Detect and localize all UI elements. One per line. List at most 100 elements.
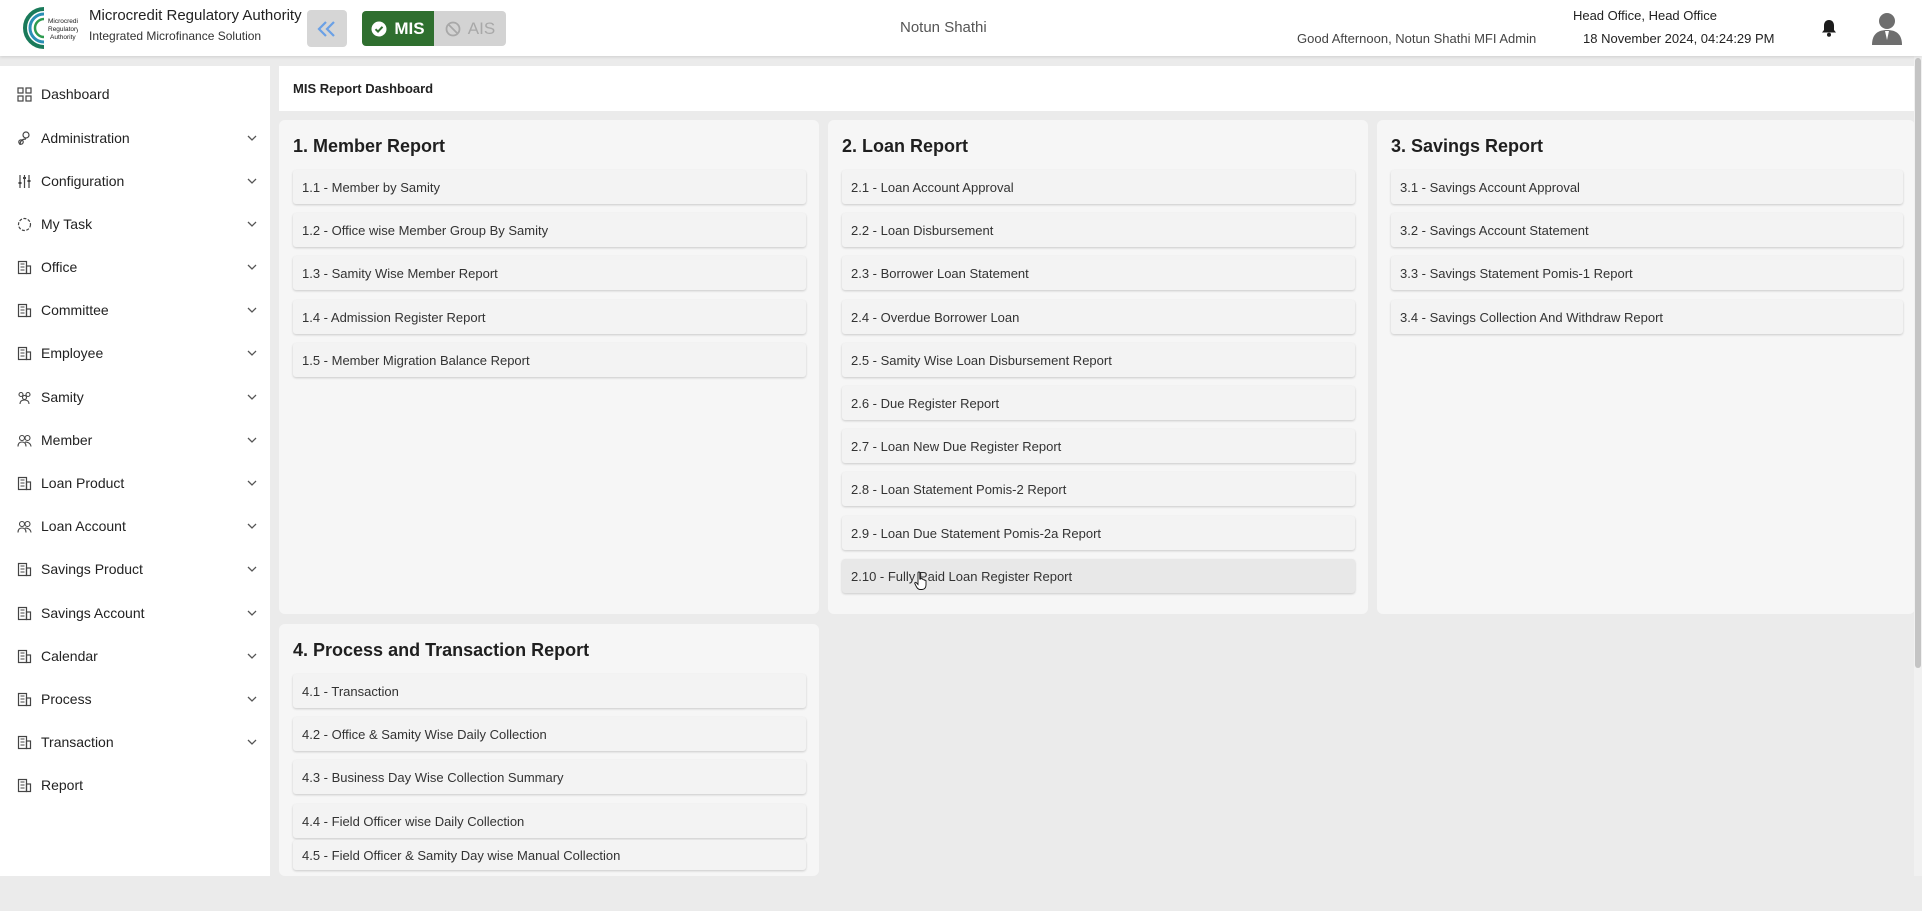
report-link[interactable]: 3.4 - Savings Collection And Withdraw Re… [1391, 300, 1903, 334]
report-link[interactable]: 2.3 - Borrower Loan Statement [842, 256, 1355, 290]
building-icon [17, 562, 32, 576]
chevron-down-icon [247, 696, 257, 702]
report-link[interactable]: 4.3 - Business Day Wise Collection Summa… [293, 760, 806, 794]
chevron-down-icon [247, 437, 257, 443]
building-icon [17, 735, 32, 749]
chevron-down-icon [247, 739, 257, 745]
building-icon [17, 606, 32, 620]
report-link[interactable]: 3.3 - Savings Statement Pomis-1 Report [1391, 256, 1903, 290]
card-title: 1. Member Report [293, 136, 446, 156]
report-link[interactable]: 2.5 - Samity Wise Loan Disbursement Repo… [842, 343, 1355, 377]
report-link[interactable]: 2.10 - Fully Paid Loan Register Report [842, 559, 1355, 593]
report-link[interactable]: 2.7 - Loan New Due Register Report [842, 429, 1355, 463]
report-link[interactable]: 4.1 - Transaction [293, 674, 806, 708]
sidebar-item-label: My Task [41, 216, 93, 232]
mis-toggle-button[interactable]: MIS [362, 11, 434, 46]
sidebar-item-savings-product[interactable]: Savings Product [0, 549, 270, 589]
report-link[interactable]: 1.1 - Member by Samity [293, 170, 806, 204]
report-link[interactable]: 2.4 - Overdue Borrower Loan [842, 300, 1355, 334]
page-footer [0, 876, 1922, 911]
sidebar-item-transaction[interactable]: Transaction [0, 722, 270, 762]
ais-label: AIS [467, 18, 496, 38]
sidebar-item-label: Report [41, 777, 84, 793]
sidebar-item-savings-account[interactable]: Savings Account [0, 593, 270, 633]
scrollbar-thumb[interactable] [1915, 58, 1921, 668]
double-chevron-left-icon [317, 20, 335, 37]
loan-report-card: 2. Loan Report 2.1 - Loan Account Approv… [828, 120, 1368, 614]
sidebar-item-label: Savings Account [41, 605, 145, 621]
building-icon [17, 346, 32, 360]
svg-text:Microcredit: Microcredit [48, 18, 78, 25]
report-link[interactable]: 4.2 - Office & Samity Wise Daily Collect… [293, 717, 806, 751]
sidebar-item-label: Loan Product [41, 475, 125, 491]
chevron-down-icon [247, 394, 257, 400]
sidebar-item-label: Office [41, 259, 78, 275]
member-report-card: 1. Member Report 1.1 - Member by Samity … [279, 120, 819, 614]
sidebar-item-my-task[interactable]: My Task [0, 204, 270, 244]
svg-text:Regulatory: Regulatory [48, 26, 78, 33]
building-icon [17, 260, 32, 274]
sidebar-item-label: Committee [41, 302, 109, 318]
report-link[interactable]: 4.5 - Field Officer & Samity Day wise Ma… [293, 840, 806, 870]
report-link[interactable]: 1.5 - Member Migration Balance Report [293, 343, 806, 377]
report-link[interactable]: 3.1 - Savings Account Approval [1391, 170, 1903, 204]
sidebar-item-label: Dashboard [41, 86, 110, 102]
report-link[interactable]: 2.9 - Loan Due Statement Pomis-2a Report [842, 516, 1355, 550]
sidebar-item-member[interactable]: Member [0, 420, 270, 460]
report-link[interactable]: 1.2 - Office wise Member Group By Samity [293, 213, 806, 247]
greeting-text: Good Afternoon, Notun Shathi MFI Admin [1297, 31, 1537, 46]
ais-toggle-button[interactable]: AIS [434, 11, 506, 46]
building-icon [17, 692, 32, 706]
building-icon [17, 476, 32, 490]
building-icon [17, 303, 32, 317]
card-title: 4. Process and Transaction Report [293, 640, 590, 660]
chevron-down-icon [247, 566, 257, 572]
sidebar-item-configuration[interactable]: Configuration [0, 161, 270, 201]
mis-label: MIS [394, 18, 425, 38]
user-avatar-icon[interactable] [1870, 10, 1904, 46]
svg-text:Authority: Authority [50, 34, 76, 41]
report-link[interactable]: 2.6 - Due Register Report [842, 386, 1355, 420]
sidebar-item-loan-product[interactable]: Loan Product [0, 463, 270, 503]
report-link[interactable]: 4.4 - Field Officer wise Daily Collectio… [293, 804, 806, 838]
sidebar-item-samity[interactable]: Samity [0, 377, 270, 417]
sidebar-item-label: Loan Account [41, 518, 126, 534]
report-link[interactable]: 2.2 - Loan Disbursement [842, 213, 1355, 247]
sidebar-item-label: Calendar [41, 648, 98, 664]
chevron-down-icon [247, 264, 257, 270]
admin-icon [18, 130, 30, 145]
report-link[interactable]: 1.4 - Admission Register Report [293, 300, 806, 334]
organization-name: Notun Shathi [900, 19, 987, 36]
sidebar-collapse-button[interactable] [307, 10, 347, 47]
chevron-down-icon [247, 221, 257, 227]
chevron-down-icon [247, 350, 257, 356]
sidebar-item-report[interactable]: Report [0, 765, 270, 805]
sidebar-item-label: Samity [41, 389, 84, 405]
chevron-down-icon [247, 523, 257, 529]
group-icon [18, 391, 31, 404]
sidebar: Dashboard Administration Configuration M… [0, 66, 270, 876]
report-link[interactable]: 3.2 - Savings Account Statement [1391, 213, 1903, 247]
sidebar-item-loan-account[interactable]: Loan Account [0, 506, 270, 546]
sidebar-item-dashboard[interactable]: Dashboard [0, 74, 270, 114]
top-header: Microcredit Regulatory Authority Microcr… [0, 0, 1922, 56]
sidebar-item-label: Employee [41, 345, 104, 361]
sidebar-item-label: Transaction [41, 734, 114, 750]
report-link[interactable]: 2.8 - Loan Statement Pomis-2 Report [842, 472, 1355, 506]
sidebar-item-employee[interactable]: Employee [0, 333, 270, 373]
building-icon [17, 649, 32, 663]
sidebar-item-process[interactable]: Process [0, 679, 270, 719]
bell-icon[interactable] [1819, 18, 1839, 38]
sidebar-item-calendar[interactable]: Calendar [0, 636, 270, 676]
building-icon [17, 778, 32, 792]
chevron-down-icon [247, 480, 257, 486]
page-title-bar: MIS Report Dashboard [279, 66, 1916, 111]
report-link[interactable]: 2.1 - Loan Account Approval [842, 170, 1355, 204]
sidebar-item-committee[interactable]: Committee [0, 290, 270, 330]
sidebar-item-administration[interactable]: Administration [0, 118, 270, 158]
sidebar-item-office[interactable]: Office [0, 247, 270, 287]
report-link[interactable]: 1.3 - Samity Wise Member Report [293, 256, 806, 290]
sidebar-item-label: Administration [41, 130, 130, 146]
ban-icon [445, 21, 461, 36]
users-icon [17, 520, 32, 533]
